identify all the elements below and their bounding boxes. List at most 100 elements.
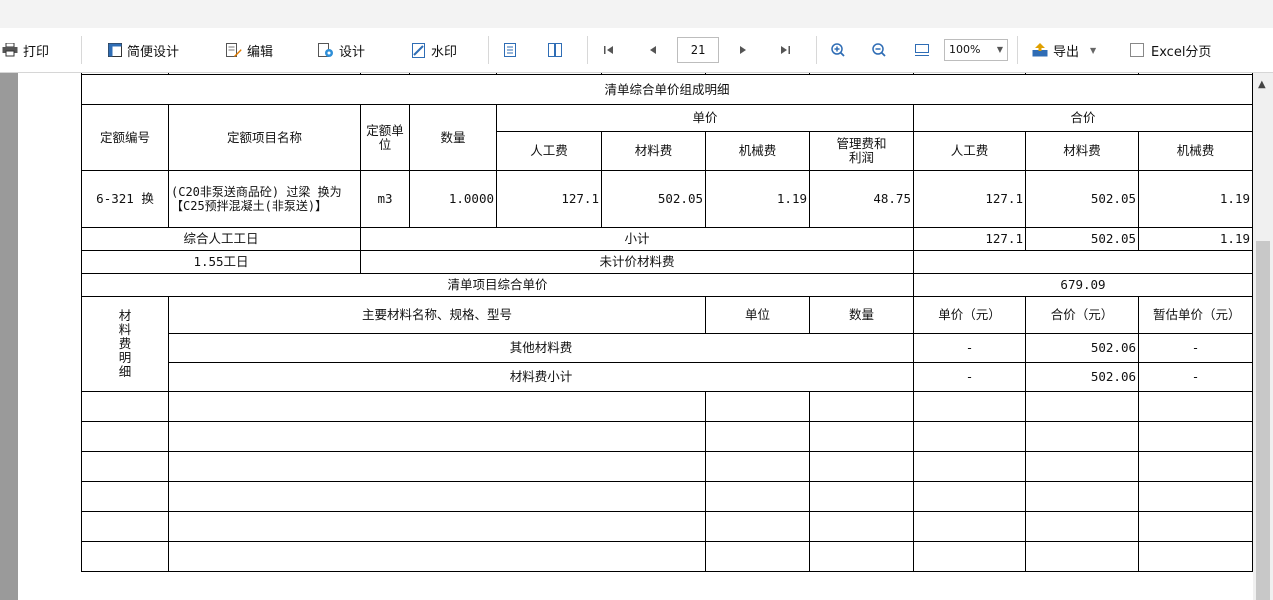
table-row: 6-321 换 (C20非泵送商品砼) 过梁 换为【C25预拌混凝土(非泵送)】… [81, 170, 1253, 228]
composite-price-value: 679.09 [913, 273, 1253, 297]
simple-design-label: 简便设计 [127, 44, 180, 60]
print-button[interactable]: 打印 [2, 28, 49, 72]
unpriced-material-label: 未计价材料费 [360, 250, 914, 274]
other-material-est: - [1138, 333, 1253, 363]
table-row: 材料费小计 - 502.06 - [82, 362, 1253, 392]
header-total-material: 材料费 [1025, 131, 1139, 171]
item-name: (C20非泵送商品砼) 过梁 换为【C25预拌混凝土(非泵送)】 [168, 170, 361, 228]
material-header-qty: 数量 [809, 296, 914, 334]
table-row: 1.55工日 未计价材料费 [81, 250, 1253, 274]
item-code: 6-321 换 [81, 170, 169, 228]
scrollbar-thumb[interactable] [1256, 241, 1270, 600]
previous-page-icon[interactable] [646, 43, 660, 57]
toolbar-divider [81, 36, 82, 64]
table-row [81, 451, 1253, 482]
header-quantity: 数量 [409, 104, 497, 171]
other-material-label: 其他材料费 [168, 333, 914, 363]
edit-button[interactable]: 编辑 [226, 28, 273, 72]
two-page-icon[interactable] [548, 43, 562, 57]
material-subtotal-est: - [1138, 362, 1253, 392]
material-subtotal-total: 502.06 [1025, 362, 1139, 392]
watermark-icon [412, 42, 425, 58]
section-title: 清单综合单价组成明细 [81, 74, 1253, 105]
print-label: 打印 [23, 44, 50, 60]
subtotal-labor: 127.1 [913, 227, 1026, 251]
last-page-icon[interactable] [778, 43, 792, 57]
unit-price-analysis-table: 清单综合单价组成明细 定额编号 定额项目名称 定额单位 数量 单价 合价 人工费… [81, 73, 1253, 572]
header-quota-name: 定额项目名称 [168, 104, 361, 171]
chevron-down-icon: ▼ [996, 45, 1003, 54]
labor-days-value: 1.55工日 [81, 250, 361, 274]
subtotal-label: 小计 [360, 227, 914, 251]
export-icon [1032, 43, 1048, 57]
material-header-total: 合价（元） [1025, 296, 1139, 334]
zoom-out-icon[interactable] [872, 43, 886, 57]
window-top-bar [0, 0, 1273, 29]
material-subtotal-unit-price: - [913, 362, 1026, 392]
layout-icon [108, 43, 122, 57]
material-header-est-price: 暂估单价（元） [1138, 296, 1253, 334]
labor-day-label: 综合人工工日 [81, 227, 361, 251]
toolbar-divider [488, 36, 489, 64]
item-total-material: 502.05 [1025, 170, 1139, 228]
material-subtotal-label: 材料费小计 [168, 362, 914, 392]
page-number-input[interactable]: 21 [677, 37, 719, 63]
watermark-button[interactable]: 水印 [412, 28, 457, 72]
table-row [81, 541, 1253, 572]
header-labor: 人工费 [496, 131, 602, 171]
header-material: 材料费 [601, 131, 706, 171]
item-machine: 1.19 [705, 170, 810, 228]
header-total-price: 合价 [913, 104, 1253, 132]
table-row: 清单综合单价组成明细 [81, 74, 1253, 105]
item-labor: 127.1 [496, 170, 602, 228]
vertical-scrollbar[interactable]: ▲ [1253, 73, 1273, 600]
table-row: 综合人工工日 小计 127.1 502.05 1.19 [81, 227, 1253, 251]
export-button[interactable]: 导出 ▼ [1032, 28, 1096, 72]
table-row [81, 391, 1253, 422]
zoom-in-icon[interactable] [831, 43, 845, 57]
subtotal-machine: 1.19 [1138, 227, 1253, 251]
item-unit: m3 [360, 170, 410, 228]
item-material: 502.05 [601, 170, 706, 228]
first-page-icon[interactable] [602, 43, 616, 57]
other-material-unit-price: - [913, 333, 1026, 363]
header-mgmt: 管理费和利润 [809, 131, 914, 171]
watermark-label: 水印 [431, 44, 458, 60]
scroll-up-icon[interactable]: ▲ [1258, 79, 1266, 90]
table-row: 其他材料费 - 502.06 - [82, 333, 1253, 363]
table-row: 定额编号 定额项目名称 定额单位 数量 单价 合价 [81, 104, 1253, 171]
table-row [81, 511, 1253, 542]
export-label: 导出 [1053, 44, 1080, 60]
material-header-name: 主要材料名称、规格、型号 [168, 296, 706, 334]
unpriced-material-value [913, 250, 1253, 274]
next-page-icon[interactable] [736, 43, 750, 57]
simple-design-button[interactable]: 简便设计 [108, 28, 179, 72]
item-mgmt: 48.75 [809, 170, 914, 228]
fit-width-icon[interactable] [914, 43, 930, 57]
design-gear-icon [318, 42, 333, 57]
toolbar-divider [816, 36, 817, 64]
table-row: 清单项目综合单价 679.09 [81, 273, 1253, 297]
excel-paging-label: Excel分页 [1151, 44, 1212, 60]
header-machine: 机械费 [705, 131, 810, 171]
edit-document-icon [226, 42, 242, 57]
table-row [81, 421, 1253, 452]
item-total-labor: 127.1 [913, 170, 1026, 228]
other-material-total: 502.06 [1025, 333, 1139, 363]
design-button[interactable]: 设计 [318, 28, 365, 72]
chevron-down-icon: ▼ [1090, 45, 1097, 55]
toolbar-divider [1017, 36, 1018, 64]
material-header-unit-price: 单价（元） [913, 296, 1026, 334]
design-label: 设计 [339, 44, 366, 60]
composite-price-label: 清单项目综合单价 [81, 273, 914, 297]
table-row [81, 481, 1253, 512]
toolbar-divider [587, 36, 588, 64]
single-page-icon[interactable] [503, 43, 517, 57]
excel-paging-checkbox[interactable] [1130, 43, 1144, 57]
header-total-machine: 机械费 [1138, 131, 1253, 171]
zoom-select[interactable]: 100% ▼ [944, 39, 1008, 61]
header-quota-unit: 定额单位 [360, 104, 410, 171]
table-row: 材料费明细 主要材料名称、规格、型号 单位 数量 单价（元） 合价（元） 暂估单… [81, 296, 1253, 392]
printer-icon [2, 43, 18, 57]
viewer-left-strip [0, 73, 18, 600]
